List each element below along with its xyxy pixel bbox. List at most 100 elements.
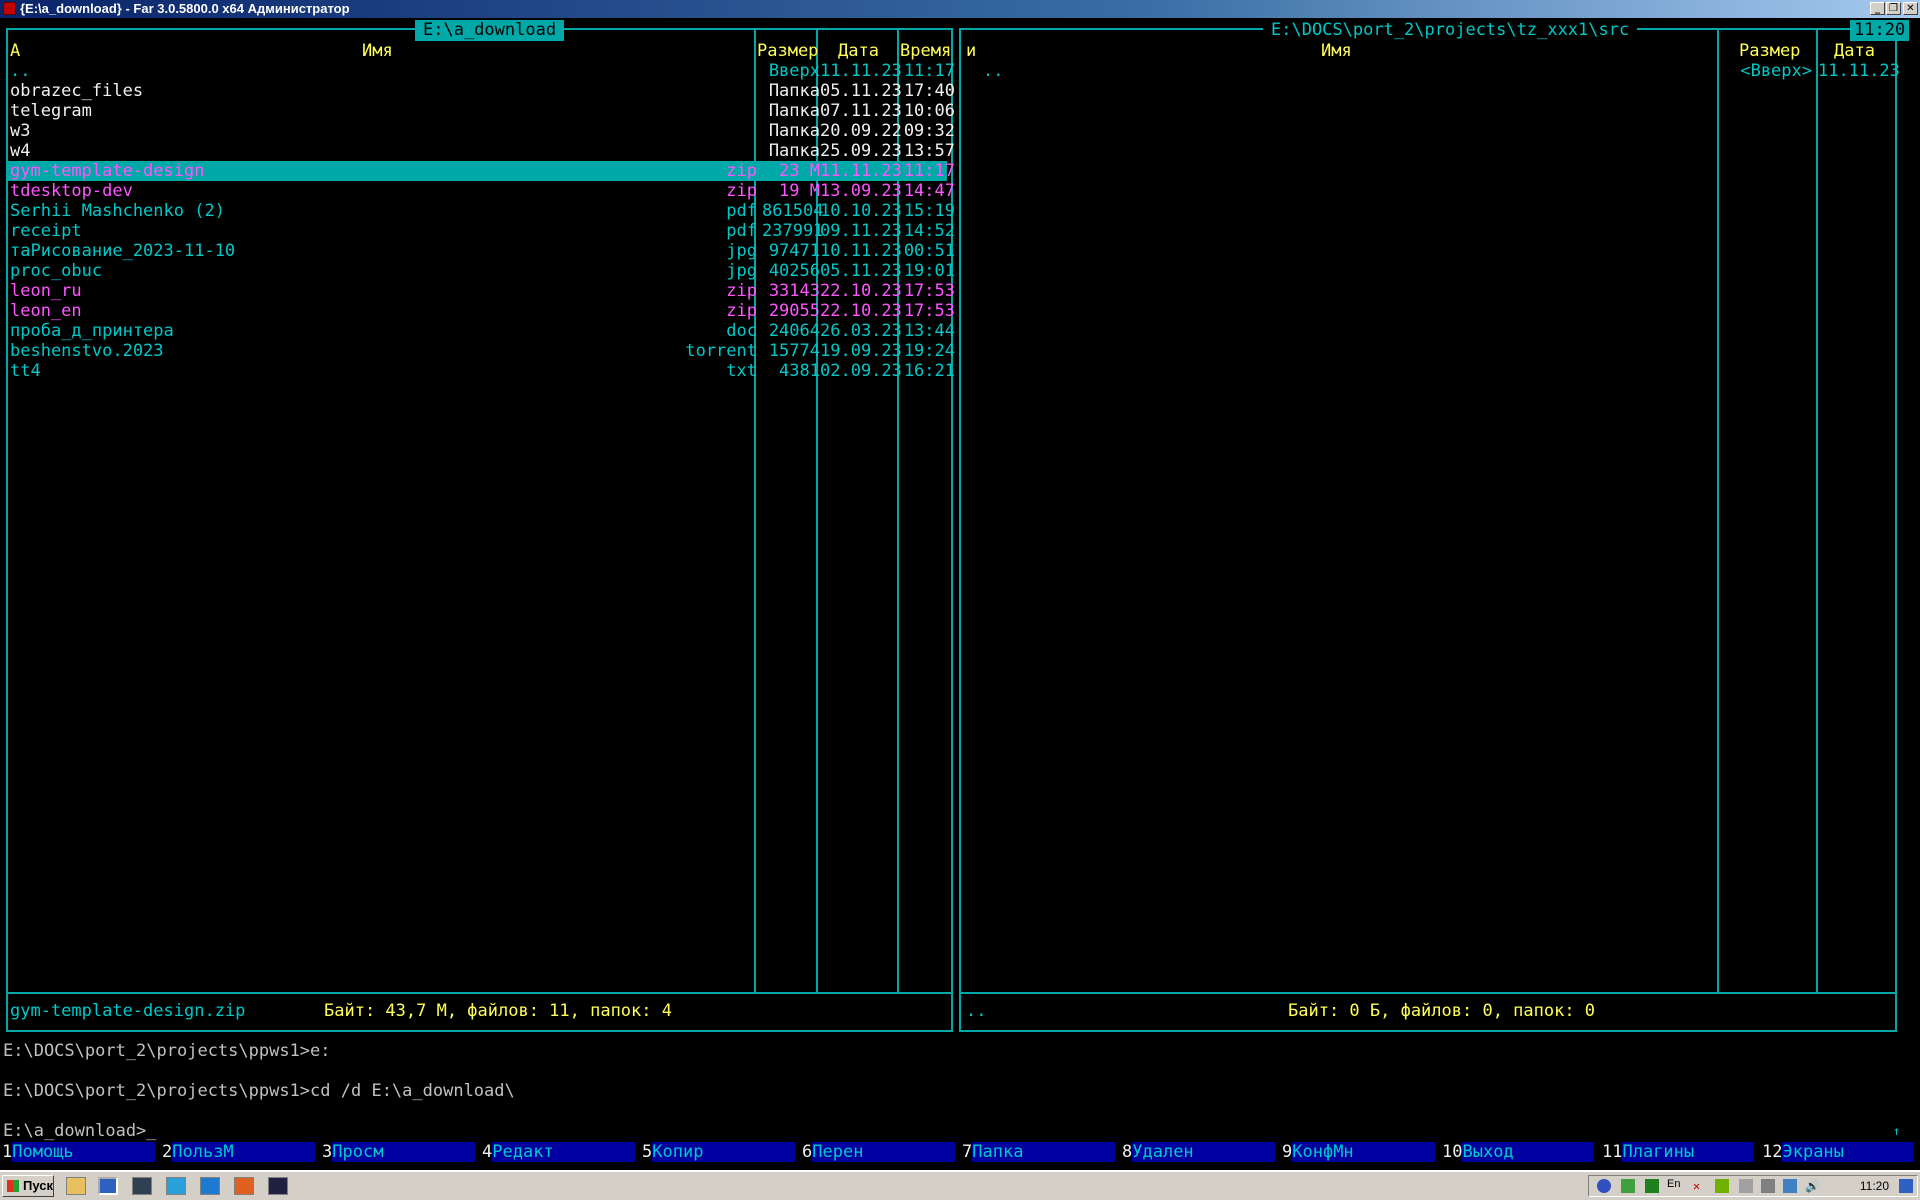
left-file-date: 11.11.23 xyxy=(820,161,902,181)
right-panel-path[interactable]: E:\DOCS\port_2\projects\tz_xxx1\src xyxy=(1263,20,1638,41)
show-desktop-icon[interactable] xyxy=(1899,1179,1913,1193)
left-file-row[interactable]: proc_obuc jpg 40256 05.11.23 19:01 xyxy=(8,261,955,281)
command-line-input[interactable]: E:\a_download>_ xyxy=(3,1121,157,1141)
start-button[interactable]: Пуск xyxy=(2,1175,54,1197)
vscode-icon[interactable] xyxy=(200,1177,220,1195)
fkey-label: Перен xyxy=(812,1142,956,1162)
firefox-icon[interactable] xyxy=(234,1177,254,1195)
left-file-ext xyxy=(608,141,757,161)
left-file-row[interactable]: таРисование_2023-11-10 jpg 97471 10.11.23 00… xyxy=(8,241,955,261)
left-file-row[interactable]: leon_en zip 29055 22.10.23 17:53 xyxy=(8,301,955,321)
panel-footer-divider xyxy=(961,992,1895,994)
left-file-size: 29055 xyxy=(768,301,820,321)
close-icon[interactable]: ✕ xyxy=(1903,2,1918,15)
left-file-row[interactable]: Serhii Mashchenko (2) pdf 861504 10.10.23 15… xyxy=(8,201,955,221)
restore-icon[interactable]: ❐ xyxy=(1886,2,1901,15)
fkey-1[interactable]: 1Помощь xyxy=(0,1142,160,1162)
left-file-row[interactable]: obrazec_files Папка 05.11.23 17:40 xyxy=(8,81,955,101)
left-file-row[interactable]: receipt pdf 237991 09.11.23 14:52 xyxy=(8,221,955,241)
tray-app-icon[interactable] xyxy=(1645,1179,1659,1193)
left-file-name: leon_ru xyxy=(10,281,82,301)
fkey-11[interactable]: 11Плагины xyxy=(1600,1142,1760,1162)
right-header-size[interactable]: Размер xyxy=(1739,41,1800,61)
left-file-size: 33143 xyxy=(768,281,820,301)
fkey-number: 6 xyxy=(800,1142,813,1162)
left-file-date: 22.10.23 xyxy=(820,301,902,321)
fkey-7[interactable]: 7Папка xyxy=(960,1142,1120,1162)
fkey-number: 5 xyxy=(640,1142,653,1162)
left-file-row[interactable]: проба_д_принтера doc 24064 26.03.23 13:44 xyxy=(8,321,955,341)
right-row-up-date[interactable]: 11.11.23 xyxy=(1818,61,1900,81)
taskbar-clock[interactable]: 11:20 xyxy=(1860,1176,1889,1196)
left-header-date[interactable]: Дата xyxy=(838,41,879,61)
left-file-row[interactable]: leon_ru zip 33143 22.10.23 17:53 xyxy=(8,281,955,301)
explorer-icon[interactable] xyxy=(66,1177,86,1195)
fkey-number: 12 xyxy=(1760,1142,1783,1162)
left-file-name: obrazec_files xyxy=(10,81,144,101)
tray-language[interactable]: En xyxy=(1667,1178,1680,1190)
left-panel-path[interactable]: E:\a_download xyxy=(415,20,565,41)
left-file-date: 02.09.23 xyxy=(820,361,902,381)
left-header-size[interactable]: Размер xyxy=(757,41,818,61)
fkey-2[interactable]: 2ПользМ xyxy=(160,1142,320,1162)
left-file-ext: jpg xyxy=(726,261,757,281)
left-file-row[interactable]: telegram Папка 07.11.23 10:06 xyxy=(8,101,955,121)
far-taskbar-icon[interactable] xyxy=(98,1177,118,1195)
tray-volume-icon[interactable]: 🔊 xyxy=(1805,1179,1820,1193)
left-file-size: Папка xyxy=(768,101,820,121)
left-file-row[interactable]: beshenstvo.2023 torrent 15774 19.09.23 19:24 xyxy=(8,341,955,361)
right-row-up-name[interactable]: .. xyxy=(983,61,1003,81)
left-file-name: tt4 xyxy=(10,361,41,381)
fkey-9[interactable]: 9КонфМн xyxy=(1280,1142,1440,1162)
left-file-time: 14:47 xyxy=(903,181,955,201)
minimize-icon[interactable]: _ xyxy=(1870,2,1885,15)
tray-check-icon[interactable] xyxy=(1621,1179,1635,1193)
left-header-name[interactable]: Имя xyxy=(362,41,393,61)
panel-footer-divider xyxy=(8,992,951,994)
right-panel-clock: 11:20 xyxy=(1850,20,1910,41)
left-file-name: proc_obuc xyxy=(10,261,103,281)
right-sort-indicator[interactable]: и xyxy=(966,41,976,61)
fkey-4[interactable]: 4Редакт xyxy=(480,1142,640,1162)
fkey-8[interactable]: 8Удален xyxy=(1120,1142,1280,1162)
right-header-date[interactable]: Дата xyxy=(1834,41,1875,61)
left-file-row[interactable]: gym-template-design zip 23 M 11.11.23 11:17 xyxy=(8,161,955,181)
left-file-size: 861504 xyxy=(762,201,824,221)
tray-monitor-icon[interactable] xyxy=(1761,1179,1775,1193)
right-row-up-size[interactable]: <Вверх> xyxy=(1712,61,1812,81)
left-sort-indicator[interactable]: A xyxy=(10,41,20,61)
tray-keyboard-icon[interactable] xyxy=(1783,1179,1797,1193)
left-file-row[interactable]: .. Вверх 11.11.23 11:17 xyxy=(8,61,955,81)
left-file-ext: txt xyxy=(726,361,757,381)
left-file-row[interactable]: tdesktop-dev zip 19 M 13.09.23 14:47 xyxy=(8,181,955,201)
tray-network-error-icon[interactable]: ✕ xyxy=(1693,1179,1707,1193)
editor-icon[interactable] xyxy=(268,1177,288,1195)
left-file-date: 05.11.23 xyxy=(820,81,902,101)
fkey-5[interactable]: 5Копир xyxy=(640,1142,800,1162)
left-file-ext: pdf xyxy=(726,201,757,221)
left-header-time[interactable]: Время xyxy=(900,41,951,61)
telegram-icon[interactable] xyxy=(166,1177,186,1195)
left-file-size: 19 M xyxy=(779,181,820,201)
left-file-row[interactable]: w3 Папка 20.09.22 09:32 xyxy=(8,121,955,141)
fkey-3[interactable]: 3Просм xyxy=(320,1142,480,1162)
tray-nvidia-icon[interactable] xyxy=(1715,1179,1729,1193)
right-file-panel[interactable] xyxy=(959,28,1897,1032)
tray-clock-icon[interactable] xyxy=(1597,1179,1611,1193)
fkey-6[interactable]: 6Перен xyxy=(800,1142,960,1162)
fkey-10[interactable]: 10Выход xyxy=(1440,1142,1600,1162)
left-file-date: 25.09.23 xyxy=(820,141,902,161)
fkey-label: Редакт xyxy=(492,1142,636,1162)
right-header-name[interactable]: Имя xyxy=(1321,41,1352,61)
left-file-row[interactable]: tt4 txt 4381 02.09.23 16:21 xyxy=(8,361,955,381)
left-file-row[interactable]: w4 Папка 25.09.23 13:57 xyxy=(8,141,955,161)
left-file-time: 16:21 xyxy=(903,361,955,381)
far-app-icon[interactable] xyxy=(3,2,16,15)
window-title-bar[interactable]: {E:\a_download} - Far 3.0.5800.0 x64 Адм… xyxy=(0,0,1920,18)
fkey-12[interactable]: 12Экраны xyxy=(1760,1142,1920,1162)
console-icon[interactable] xyxy=(132,1177,152,1195)
left-file-ext: doc xyxy=(726,321,757,341)
tray-usb-icon[interactable] xyxy=(1739,1179,1753,1193)
scroll-up-arrow-icon[interactable]: ↑ xyxy=(1893,1124,1900,1138)
left-file-ext: zip xyxy=(726,281,757,301)
